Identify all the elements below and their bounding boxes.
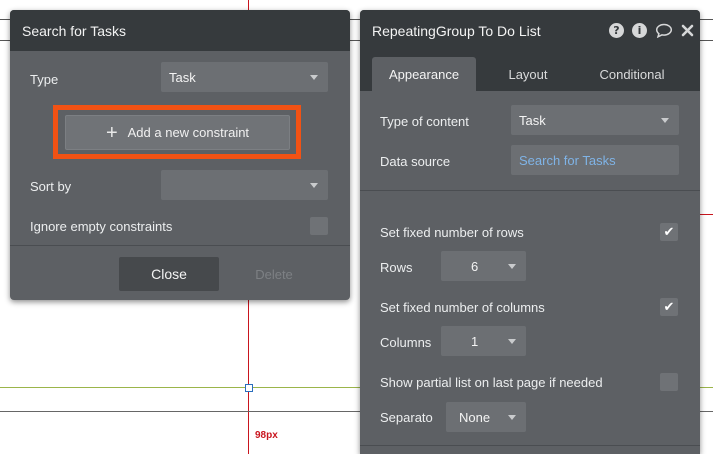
property-panel: RepeatingGroup To Do List ? i Appearance…: [360, 10, 700, 454]
search-panel-title: Search for Tasks: [22, 22, 127, 39]
comment-icon[interactable]: [655, 23, 673, 38]
data-source-value[interactable]: Search for Tasks: [519, 153, 616, 168]
sort-by-dropdown[interactable]: [161, 170, 328, 200]
chevron-down-icon: [661, 118, 669, 123]
delete-button[interactable]: Delete: [244, 257, 304, 291]
type-dropdown-value: Task: [169, 69, 196, 85]
type-dropdown[interactable]: Task: [161, 62, 328, 92]
separator-dropdown[interactable]: None: [446, 402, 526, 432]
checkmark-icon: ✔: [663, 224, 675, 239]
rows-dropdown[interactable]: 6: [441, 251, 526, 281]
rows-label: Rows: [380, 259, 413, 275]
property-panel-title: RepeatingGroup To Do List: [372, 22, 541, 39]
divider: [10, 245, 350, 246]
chevron-down-icon: [310, 75, 318, 80]
tab-layout[interactable]: Layout: [488, 57, 568, 91]
type-label: Type: [30, 71, 59, 87]
fixed-rows-label: Set fixed number of rows: [380, 224, 524, 240]
close-button[interactable]: Close: [119, 257, 219, 291]
type-of-content-label: Type of content: [380, 113, 469, 129]
separator-label: Separato: [380, 409, 433, 425]
columns-label: Columns: [380, 334, 432, 350]
fixed-columns-checkbox[interactable]: ✔: [660, 298, 678, 316]
rows-value: 6: [471, 258, 479, 274]
ignore-empty-label: Ignore empty constraints: [30, 218, 173, 234]
chevron-down-icon: [508, 339, 516, 344]
chevron-down-icon: [508, 415, 516, 420]
search-panel-header[interactable]: Search for Tasks: [10, 10, 350, 51]
help-icon[interactable]: ?: [609, 23, 624, 38]
ignore-empty-checkbox[interactable]: [310, 217, 328, 235]
resize-handle[interactable]: [245, 384, 253, 392]
tab-bar: Appearance Layout Conditional: [360, 51, 700, 91]
type-of-content-value: Task: [519, 112, 546, 128]
canvas-ruler-line: [700, 214, 713, 215]
dimension-label: 98px: [255, 430, 278, 441]
columns-dropdown[interactable]: 1: [441, 326, 526, 356]
header-icons: ? i: [601, 10, 694, 51]
data-source-field[interactable]: Search for Tasks: [511, 145, 679, 175]
close-icon[interactable]: [681, 24, 694, 37]
checkmark-icon: ✔: [663, 299, 675, 314]
partial-list-checkbox[interactable]: [660, 373, 678, 391]
add-constraint-button[interactable]: + Add a new constraint: [65, 115, 290, 150]
plus-icon: +: [105, 121, 118, 144]
divider: [360, 190, 700, 191]
fixed-rows-checkbox[interactable]: ✔: [660, 223, 678, 241]
chevron-down-icon: [508, 264, 516, 269]
columns-value: 1: [471, 333, 479, 349]
search-panel: Search for Tasks Type Task + Add a new c…: [10, 10, 350, 300]
fixed-columns-label: Set fixed number of columns: [380, 299, 545, 315]
separator-value: None: [459, 409, 491, 425]
info-icon[interactable]: i: [632, 23, 647, 38]
tab-conditional[interactable]: Conditional: [584, 57, 680, 91]
partial-list-label: Show partial list on last page if needed: [380, 374, 603, 390]
divider: [360, 445, 700, 446]
tab-appearance[interactable]: Appearance: [372, 57, 476, 91]
data-source-label: Data source: [380, 153, 451, 169]
sort-by-label: Sort by: [30, 178, 72, 194]
chevron-down-icon: [310, 183, 318, 188]
type-of-content-dropdown[interactable]: Task: [511, 105, 679, 135]
add-constraint-label: Add a new constraint: [127, 125, 250, 140]
